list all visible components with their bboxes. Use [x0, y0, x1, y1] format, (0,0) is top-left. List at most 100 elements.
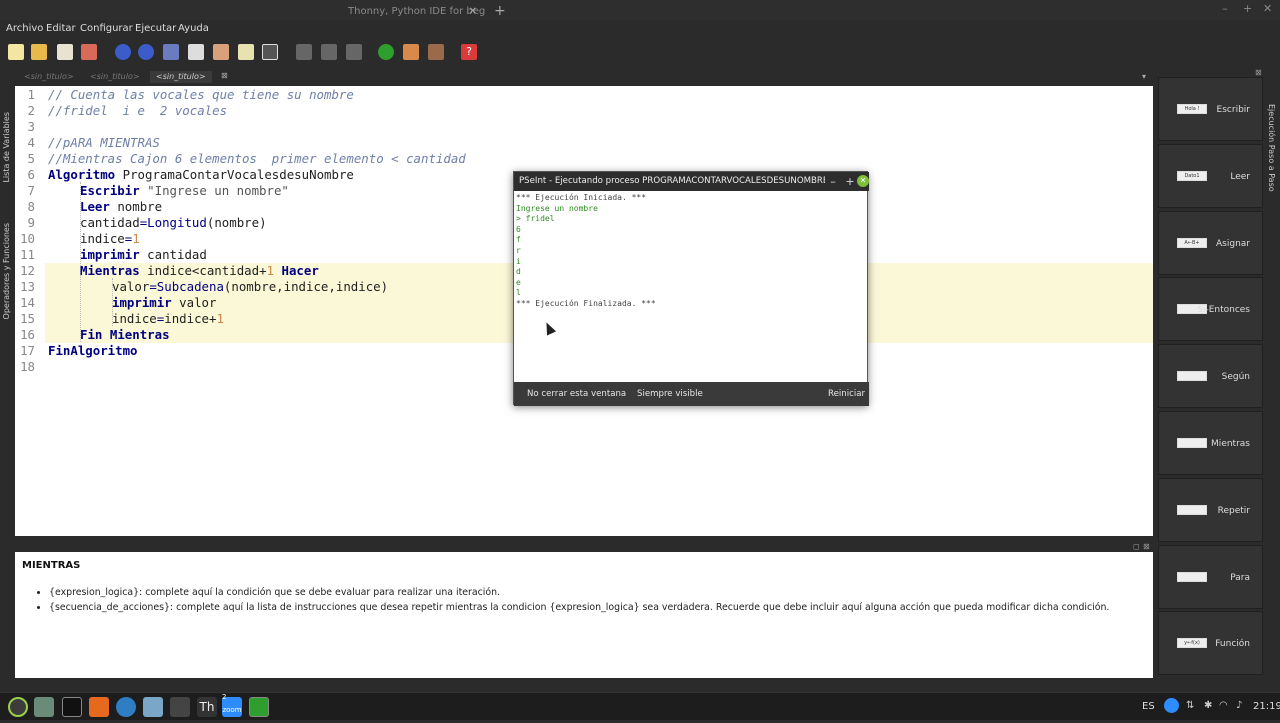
file-tab-2[interactable]: <sin_titulo>: [84, 71, 146, 83]
variables-panel-tab[interactable]: Lista de Variables: [2, 112, 11, 183]
line-number: 8: [27, 199, 35, 214]
command-escribir[interactable]: Hola ! Escribir: [1158, 77, 1263, 141]
save-icon[interactable]: [57, 44, 73, 60]
volume-icon[interactable]: ♪: [1236, 700, 1242, 711]
code-text: imprimir cantidad: [80, 247, 207, 262]
command-label: Mientras: [1211, 439, 1250, 449]
maximize-icon[interactable]: +: [1243, 2, 1252, 15]
paste-icon[interactable]: [213, 44, 229, 60]
clock[interactable]: 21:19: [1253, 701, 1280, 712]
cut-icon[interactable]: [163, 44, 179, 60]
line-number: 15: [20, 311, 35, 326]
uncomment-icon[interactable]: [321, 44, 337, 60]
line-number: 1: [27, 87, 35, 102]
code-text: indice=1: [80, 231, 140, 246]
browser-tab-thonny[interactable]: Thonny, Python IDE for beginners ✕: [340, 2, 485, 22]
show-desktop-icon[interactable]: [34, 697, 54, 717]
step-icon[interactable]: [403, 44, 419, 60]
zoom-badge: 2: [222, 693, 227, 701]
zoom-label: zoom: [222, 706, 242, 714]
panel-restore-icon[interactable]: ◻: [1133, 542, 1140, 551]
chrome-icon[interactable]: [116, 697, 136, 717]
firefox-icon[interactable]: [89, 697, 109, 717]
command-mientras[interactable]: Mientras: [1158, 411, 1263, 475]
tab-title: Thonny, Python IDE for beginners: [348, 6, 485, 17]
thonny-icon[interactable]: Th: [197, 697, 217, 717]
menu-archivo[interactable]: Archivo: [6, 23, 43, 34]
command-label: Para: [1230, 572, 1250, 583]
code-text: FinAlgoritmo: [48, 343, 138, 358]
menu-launcher-icon[interactable]: [8, 697, 28, 717]
dialog-minimize-icon[interactable]: –: [825, 172, 841, 191]
new-tab-button[interactable]: +: [494, 2, 506, 20]
new-file-icon[interactable]: [8, 44, 24, 60]
console-line: 6: [516, 224, 521, 234]
menu-ayuda[interactable]: Ayuda: [178, 23, 209, 34]
file-tab-active[interactable]: <sin_titulo>: [150, 71, 212, 83]
menu-editar[interactable]: Editar: [46, 23, 76, 34]
line-number: 3: [27, 119, 35, 134]
command-para[interactable]: Para: [1158, 544, 1263, 609]
command-label: Función: [1215, 639, 1250, 650]
panel-close-icon[interactable]: ⊠: [1255, 68, 1262, 77]
pseint-icon[interactable]: [249, 697, 269, 717]
command-funcin[interactable]: y←f(x) Función: [1158, 611, 1263, 676]
command-label: Leer: [1230, 171, 1250, 182]
menu-configurar[interactable]: Configurar: [80, 23, 133, 34]
code-text: // Cuenta las vocales que tiene su nombr…: [48, 87, 354, 102]
save-as-icon[interactable]: [81, 44, 97, 60]
code-text: Fin Mientras: [80, 327, 170, 342]
always-visible-button[interactable]: Siempre visible: [637, 389, 703, 399]
tabs-dropdown-icon[interactable]: ▾: [1142, 72, 1146, 81]
terminal-icon[interactable]: [62, 697, 82, 717]
restart-button[interactable]: Reiniciar: [828, 389, 865, 399]
zoom-tray-icon[interactable]: [1164, 698, 1179, 713]
file-tab-1[interactable]: <sin_titulo>: [18, 71, 80, 83]
console-line: f: [516, 235, 521, 245]
console-line: > fridel: [516, 214, 555, 224]
close-tab-icon[interactable]: ⊠: [221, 71, 228, 80]
command-segn[interactable]: Según: [1158, 344, 1263, 409]
indent-icon[interactable]: [238, 44, 254, 60]
panel-close-icon[interactable]: ⊠: [1143, 542, 1150, 551]
command-leer[interactable]: Dato1 Leer: [1158, 143, 1263, 208]
bluetooth-icon[interactable]: ✱: [1204, 700, 1212, 711]
copy-icon[interactable]: [188, 44, 204, 60]
command-asignar[interactable]: A←B+ Asignar: [1158, 210, 1263, 275]
line-number: 6: [27, 167, 35, 182]
step-execution-tab[interactable]: Ejecución Paso a Paso: [1267, 104, 1276, 192]
undo-icon[interactable]: [115, 44, 131, 60]
network-icon[interactable]: ⇅: [1186, 700, 1194, 711]
comment-icon[interactable]: [296, 44, 312, 60]
line-number: 18: [20, 359, 35, 374]
close-icon[interactable]: ✕: [469, 2, 477, 22]
help-icon[interactable]: ?: [461, 44, 477, 60]
wifi-icon[interactable]: ◠: [1219, 700, 1228, 711]
line-number: 17: [20, 343, 35, 358]
line-number: 10: [20, 231, 35, 246]
dialog-close-icon[interactable]: ✕: [857, 175, 869, 187]
console-line: *** Ejecución Finalizada. ***: [516, 298, 656, 308]
thonny-label: Th: [199, 700, 215, 714]
code-text: valor=Subcadena(nombre,indice,indice): [112, 279, 389, 294]
code-text: Algoritmo ProgramaContarVocalesdesuNombr…: [48, 167, 354, 182]
menu-ejecutar[interactable]: Ejecutar: [135, 23, 176, 34]
redo-icon[interactable]: [138, 44, 154, 60]
run-icon[interactable]: [378, 44, 394, 60]
open-folder-icon[interactable]: [31, 44, 47, 60]
files-icon[interactable]: [143, 697, 163, 717]
command-repetir[interactable]: Repetir: [1158, 477, 1263, 542]
help-panel-titlebar: [15, 541, 1153, 552]
keyboard-layout[interactable]: ES: [1142, 701, 1155, 712]
command-sientonces[interactable]: Si-Entonces: [1158, 277, 1263, 342]
delete-lines-icon[interactable]: [346, 44, 362, 60]
dialog-maximize-icon[interactable]: +: [843, 172, 857, 191]
minimize-icon[interactable]: –: [1222, 2, 1228, 15]
operators-panel-tab[interactable]: Operadores y Funciones: [2, 223, 11, 319]
no-close-button[interactable]: No cerrar esta ventana: [527, 389, 626, 399]
search-icon[interactable]: [262, 44, 278, 60]
command-icon: A←B+: [1177, 237, 1207, 248]
close-window-icon[interactable]: ✕: [1263, 2, 1272, 15]
debug-icon[interactable]: [428, 44, 444, 60]
terminal-app-icon[interactable]: [170, 697, 190, 717]
